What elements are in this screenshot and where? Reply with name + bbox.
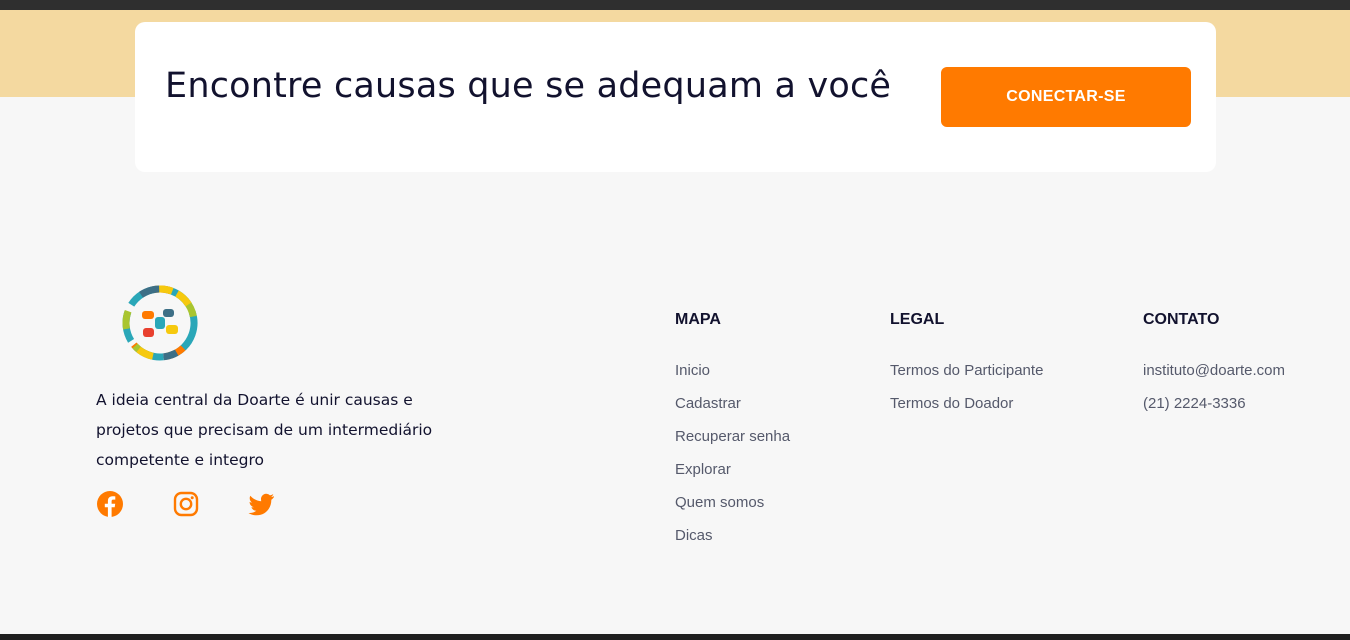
twitter-icon[interactable] xyxy=(247,490,275,518)
about-text: A ideia central da Doarte é unir causas … xyxy=(96,391,433,469)
doarte-logo xyxy=(118,281,202,365)
column-heading-contato: CONTATO xyxy=(1143,311,1220,328)
contact-phone: (21) 2224-3336 xyxy=(1143,395,1246,412)
footer-link-quem-somos[interactable]: Quem somos xyxy=(675,493,790,526)
footer-link-dicas[interactable]: Dicas xyxy=(675,526,790,559)
footer-column-contato: CONTATO instituto@doarte.com (21) 2224-3… xyxy=(1143,310,1285,427)
footer-link-cadastrar[interactable]: Cadastrar xyxy=(675,394,790,427)
footer-link-explorar[interactable]: Explorar xyxy=(675,460,790,493)
bottom-dark-strip xyxy=(0,634,1350,640)
contact-email[interactable]: instituto@doarte.com xyxy=(1143,361,1285,394)
footer-column-mapa: MAPA Inicio Cadastrar Recuperar senha Ex… xyxy=(675,310,790,559)
column-heading-legal: LEGAL xyxy=(890,311,945,328)
footer-link-termos-doador[interactable]: Termos do Doador xyxy=(890,394,1043,427)
footer-link-inicio[interactable]: Inicio xyxy=(675,361,790,394)
footer-column-legal: LEGAL Termos do Participante Termos do D… xyxy=(890,310,1043,427)
mapa-link-list: Inicio Cadastrar Recuperar senha Explora… xyxy=(675,361,790,559)
instagram-icon[interactable] xyxy=(172,490,200,518)
cta-title: Encontre causas que se adequam a você xyxy=(165,66,892,106)
contato-list: instituto@doarte.com (21) 2224-3336 xyxy=(1143,361,1285,427)
cta-card: Encontre causas que se adequam a você CO… xyxy=(135,22,1216,172)
legal-link-list: Termos do Participante Termos do Doador xyxy=(890,361,1043,427)
footer-link-recuperar-senha[interactable]: Recuperar senha xyxy=(675,427,790,460)
facebook-icon[interactable] xyxy=(96,490,124,518)
top-dark-strip xyxy=(0,0,1350,10)
connect-button[interactable]: CONECTAR-SE xyxy=(941,67,1191,127)
column-heading-mapa: MAPA xyxy=(675,311,721,328)
footer-link-termos-participante[interactable]: Termos do Participante xyxy=(890,361,1043,394)
